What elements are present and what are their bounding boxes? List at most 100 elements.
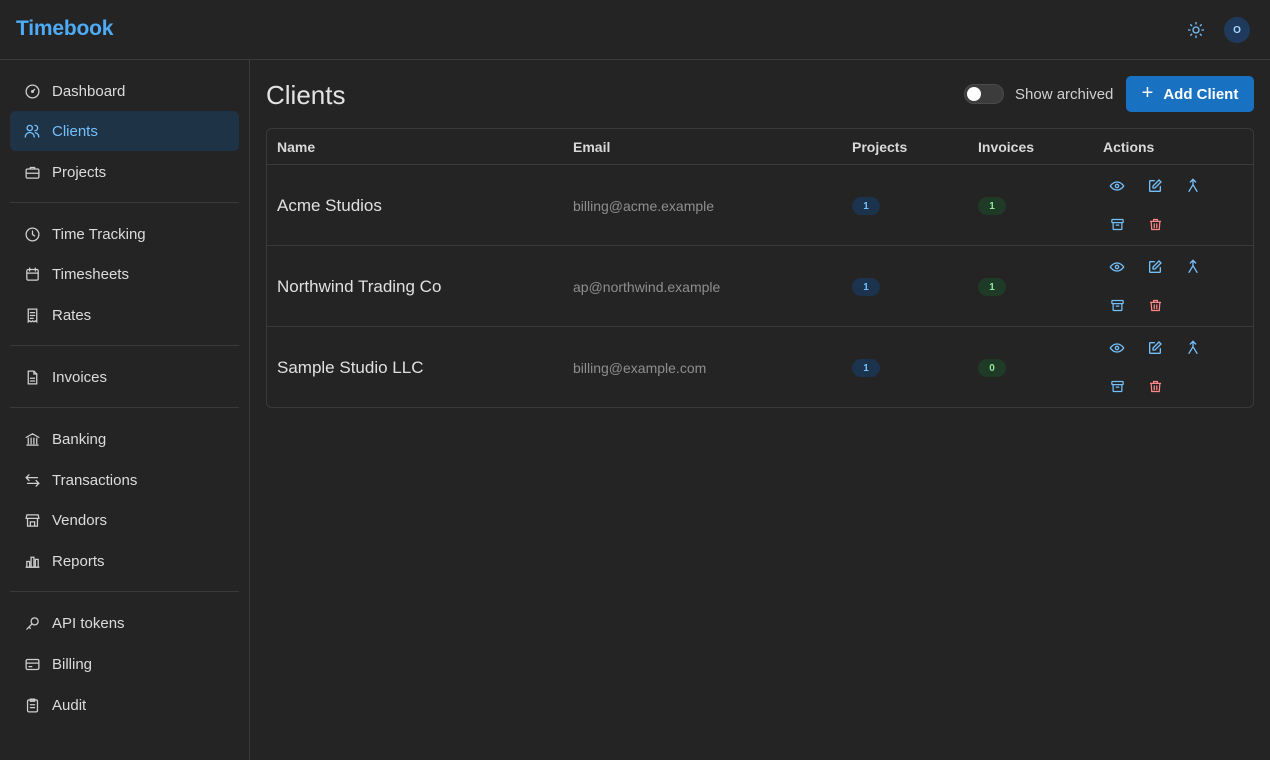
invoices-count-badge: 1 — [978, 197, 1006, 215]
client-name[interactable]: Sample Studio LLC — [277, 358, 423, 378]
column-header-projects: Projects — [852, 139, 908, 155]
sidebar-item-label: API tokens — [52, 614, 125, 632]
sidebar-item-label: Transactions — [52, 471, 138, 489]
trash-icon — [1149, 299, 1161, 311]
sidebar-divider — [10, 407, 239, 408]
page-title: Clients — [266, 80, 346, 110]
edit-button[interactable] — [1145, 257, 1165, 277]
sidebar-item-label: Reports — [52, 552, 105, 570]
show-archived-toggle[interactable] — [964, 84, 1004, 104]
sidebar-item-label: Projects — [52, 163, 107, 181]
view-button[interactable] — [1107, 338, 1127, 358]
clipboard-icon — [23, 696, 41, 714]
table-row: Acme Studios billing@acme.example 1 1 — [267, 165, 1253, 246]
archive-button[interactable] — [1107, 295, 1127, 315]
sidebar-item-label: Timesheets — [52, 265, 129, 283]
file-invoice-icon — [23, 368, 41, 386]
sidebar-divider — [10, 202, 239, 203]
briefcase-icon — [23, 163, 41, 181]
key-icon — [23, 614, 41, 632]
sidebar-item-dashboard[interactable]: Dashboard — [10, 71, 239, 111]
sidebar-item-vendors[interactable]: Vendors — [10, 500, 239, 540]
sidebar-item-reports[interactable]: Reports — [10, 541, 239, 581]
client-email: ap@northwind.example — [573, 279, 721, 295]
sidebar-item-clients[interactable]: Clients — [10, 111, 239, 151]
view-button[interactable] — [1107, 257, 1127, 277]
merge-button[interactable] — [1183, 338, 1203, 358]
sidebar-item-label: Banking — [52, 430, 107, 448]
sidebar-item-label: Invoices — [52, 368, 108, 386]
merge-button[interactable] — [1183, 257, 1203, 277]
edit-button[interactable] — [1145, 338, 1165, 358]
table-row: Northwind Trading Co ap@northwind.exampl… — [267, 246, 1253, 327]
bank-icon — [23, 430, 41, 448]
sidebar-item-label: Time Tracking — [52, 225, 146, 243]
archive-button[interactable] — [1107, 376, 1127, 396]
user-avatar[interactable]: O — [1224, 17, 1250, 43]
theme-toggle-button[interactable] — [1185, 19, 1207, 41]
sidebar-item-audit[interactable]: Audit — [10, 685, 239, 725]
projects-count-badge: 1 — [852, 278, 880, 296]
column-header-actions: Actions — [1103, 139, 1155, 155]
receipt-icon — [23, 306, 41, 324]
projects-count-badge: 1 — [852, 197, 880, 215]
trash-icon — [1149, 218, 1161, 230]
archive-icon — [1110, 299, 1124, 311]
main-content: Clients Show archived + Add Client Name … — [250, 60, 1270, 760]
sidebar-item-timesheets[interactable]: Timesheets — [10, 254, 239, 294]
column-header-name: Name — [277, 139, 316, 155]
archive-icon — [1110, 218, 1124, 230]
merge-icon — [1188, 340, 1198, 354]
client-name[interactable]: Acme Studios — [277, 196, 382, 216]
sidebar-item-invoices[interactable]: Invoices — [10, 357, 239, 397]
client-email: billing@acme.example — [573, 198, 715, 214]
column-header-email: Email — [573, 139, 611, 155]
delete-button[interactable] — [1145, 214, 1165, 234]
clock-icon — [23, 225, 41, 243]
edit-icon — [1149, 260, 1162, 273]
column-header-invoices: Invoices — [978, 139, 1035, 155]
trash-icon — [1149, 380, 1161, 392]
sidebar-item-banking[interactable]: Banking — [10, 419, 239, 459]
archive-button[interactable] — [1107, 214, 1127, 234]
table-header: Name Email Projects Invoices Actions — [267, 129, 1253, 165]
sidebar: Dashboard Clients Projects Time Tracking… — [0, 60, 250, 760]
sidebar-item-label: Billing — [52, 655, 93, 673]
add-client-button[interactable]: + Add Client — [1126, 76, 1254, 112]
edit-button[interactable] — [1145, 176, 1165, 196]
projects-count-badge: 1 — [852, 359, 880, 377]
credit-card-icon — [23, 655, 41, 673]
edit-icon — [1149, 341, 1162, 354]
eye-icon — [1109, 262, 1125, 272]
sun-icon — [1187, 21, 1205, 39]
store-icon — [23, 511, 41, 529]
client-name[interactable]: Northwind Trading Co — [277, 277, 441, 297]
delete-button[interactable] — [1145, 376, 1165, 396]
delete-button[interactable] — [1145, 295, 1165, 315]
top-bar: Timebook O — [0, 0, 1270, 60]
sidebar-item-transactions[interactable]: Transactions — [10, 460, 239, 500]
table-row: Sample Studio LLC billing@example.com 1 … — [267, 327, 1253, 407]
sidebar-item-time-tracking[interactable]: Time Tracking — [10, 214, 239, 254]
view-button[interactable] — [1107, 176, 1127, 196]
bar-chart-icon — [23, 552, 41, 570]
sidebar-item-billing[interactable]: Billing — [10, 644, 239, 684]
archive-icon — [1110, 380, 1124, 392]
gauge-icon — [23, 82, 41, 100]
sidebar-item-api-tokens[interactable]: API tokens — [10, 603, 239, 643]
merge-icon — [1188, 178, 1198, 192]
add-client-button-label: Add Client — [1163, 85, 1239, 103]
sidebar-item-rates[interactable]: Rates — [10, 295, 239, 335]
sidebar-divider — [10, 591, 239, 592]
sidebar-item-projects[interactable]: Projects — [10, 152, 239, 192]
plus-icon: + — [1141, 82, 1154, 104]
edit-icon — [1149, 179, 1162, 192]
merge-button[interactable] — [1183, 176, 1203, 196]
clients-table: Name Email Projects Invoices Actions Acm… — [266, 128, 1254, 408]
users-icon — [23, 122, 41, 140]
sidebar-item-label: Rates — [52, 306, 92, 324]
app-logo[interactable]: Timebook — [16, 17, 113, 41]
show-archived-label: Show archived — [1015, 86, 1114, 103]
calendar-icon — [23, 265, 41, 283]
sidebar-item-label: Clients — [52, 122, 98, 140]
